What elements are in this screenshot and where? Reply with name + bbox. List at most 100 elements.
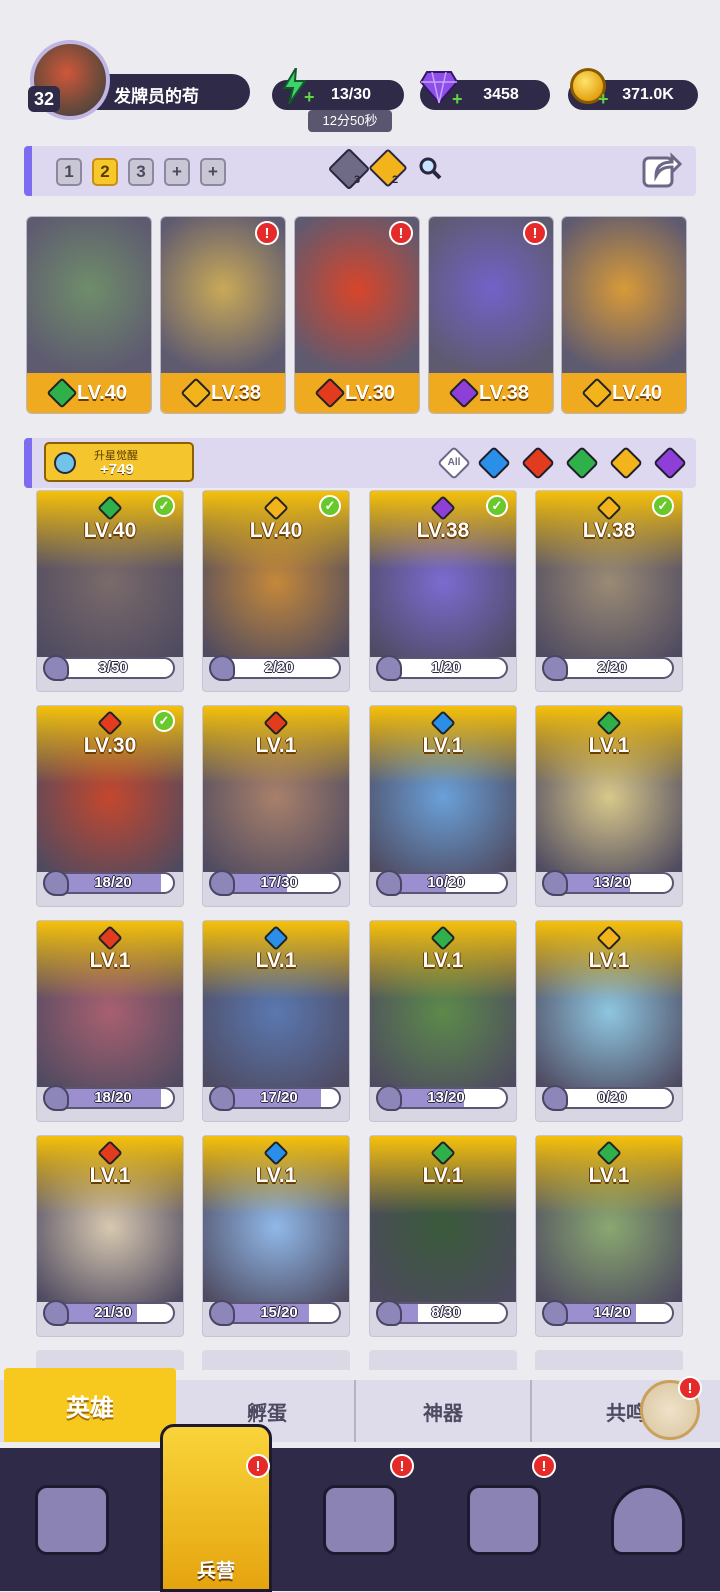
team-add-button-1[interactable]: + <box>164 158 190 186</box>
shard-count: 2/20 <box>264 659 294 676</box>
hero-card[interactable]: LV.1 15/20 <box>202 1135 350 1337</box>
axe-icon[interactable] <box>327 147 371 191</box>
hero-level: LV.1 <box>422 1164 464 1187</box>
hero-card[interactable]: LV.1 13/20 <box>369 920 517 1122</box>
hero-card[interactable]: LV.1 0/20 <box>535 920 683 1122</box>
share-icon[interactable] <box>642 150 683 190</box>
nav-quests[interactable]: ! <box>288 1448 432 1591</box>
hero-card-partial[interactable] <box>36 1350 184 1370</box>
team-hero-card[interactable]: LV.40 <box>26 216 152 414</box>
shard-icon <box>376 655 402 681</box>
hero-card[interactable]: LV.38 ✓ 1/20 <box>369 490 517 692</box>
key-icon <box>54 452 76 474</box>
team-hero-level: LV.40 <box>611 381 663 404</box>
hero-card[interactable]: LV.1 10/20 <box>369 705 517 907</box>
team-hero-card[interactable]: LV.30! <box>294 216 420 414</box>
shard-icon <box>376 1300 402 1326</box>
shard-progress-bar: 2/20 <box>550 657 674 679</box>
hero-level: LV.1 <box>89 949 131 972</box>
hero-card[interactable]: LV.30 ✓ 18/20 <box>36 705 184 907</box>
hero-portrait <box>562 217 686 377</box>
book-icon <box>323 1484 397 1555</box>
team-hero-level-bar: LV.38 <box>429 373 553 413</box>
sub-tab-bar: 英雄 孵蛋 神器 共鸣 ! <box>0 1368 720 1442</box>
awaken-button[interactable]: 升星觉醒 +749 <box>44 442 194 482</box>
tab-heroes[interactable]: 英雄 <box>4 1368 176 1442</box>
filter-light-icon[interactable] <box>609 446 643 480</box>
shard-icon <box>209 870 235 896</box>
hero-level: LV.1 <box>588 734 630 757</box>
team-tab-2[interactable]: 2 <box>92 158 118 186</box>
tab-artifact[interactable]: 神器 <box>356 1380 532 1442</box>
hero-card[interactable]: LV.1 8/30 <box>369 1135 517 1337</box>
nav-cards[interactable] <box>0 1448 144 1591</box>
check-icon: ✓ <box>153 710 175 732</box>
hero-card[interactable]: LV.40 ✓ 3/50 <box>36 490 184 692</box>
team-hero-card[interactable]: LV.38! <box>428 216 554 414</box>
hero-card-partial[interactable] <box>369 1350 517 1370</box>
hero-card[interactable]: LV.1 14/20 <box>535 1135 683 1337</box>
fire-element-icon <box>314 377 346 409</box>
filter-bar: 升星觉醒 +749 All <box>24 438 696 488</box>
shard-progress-bar: 13/20 <box>550 872 674 894</box>
shard-progress-bar: 10/20 <box>384 872 508 894</box>
shard-progress-bar: 21/30 <box>51 1302 175 1324</box>
filter-water-icon[interactable] <box>477 446 511 480</box>
team-tab-1[interactable]: 1 <box>56 158 82 186</box>
team-hero-card[interactable]: LV.38! <box>160 216 286 414</box>
shard-icon <box>209 1085 235 1111</box>
hero-card-partial[interactable] <box>202 1350 350 1370</box>
shard-progress-bar: 17/30 <box>217 872 341 894</box>
filter-grass-icon[interactable] <box>565 446 599 480</box>
nav-barracks[interactable]: 兵营 ! <box>144 1424 288 1592</box>
light-element-icon <box>180 377 212 409</box>
hero-level: LV.38 <box>416 519 470 542</box>
awaken-value: +749 <box>100 461 134 478</box>
shard-count: 3/50 <box>98 659 128 676</box>
team-hero-card[interactable]: LV.40 <box>561 216 687 414</box>
hero-level: LV.40 <box>249 519 303 542</box>
team-hero-level-bar: LV.40 <box>562 373 686 413</box>
shard-progress-bar: 18/20 <box>51 872 175 894</box>
shard-progress-bar: 0/20 <box>550 1087 674 1109</box>
gems-plus-icon[interactable]: + <box>452 90 466 108</box>
hero-card[interactable]: LV.40 ✓ 2/20 <box>202 490 350 692</box>
shard-count: 18/20 <box>94 874 132 891</box>
shrine-alert-badge: ! <box>532 1454 556 1478</box>
energy-plus-icon[interactable]: + <box>304 88 318 106</box>
gold-value: 371.0K <box>622 86 674 103</box>
hero-level: LV.1 <box>422 734 464 757</box>
hero-portrait <box>27 217 151 377</box>
resonance-alert-badge: ! <box>678 1376 702 1400</box>
shard-count: 10/20 <box>427 874 465 891</box>
filter-dark-icon[interactable] <box>653 446 687 480</box>
shrine-icon <box>467 1484 541 1555</box>
hero-card[interactable]: LV.1 18/20 <box>36 920 184 1122</box>
hero-card[interactable]: LV.1 21/30 <box>36 1135 184 1337</box>
cards-icon <box>35 1484 109 1555</box>
shard-progress-bar: 14/20 <box>550 1302 674 1324</box>
nav-shrine[interactable]: ! <box>432 1448 576 1591</box>
gold-plus-icon[interactable]: + <box>598 90 612 108</box>
shard-icon <box>209 655 235 681</box>
check-icon: ✓ <box>153 495 175 517</box>
hero-card[interactable]: LV.1 17/30 <box>202 705 350 907</box>
light-element-icon[interactable] <box>368 148 408 188</box>
hero-card-partial[interactable] <box>535 1350 683 1370</box>
shard-count: 15/20 <box>260 1304 298 1321</box>
energy-value: 13/30 <box>330 86 372 103</box>
hero-card[interactable]: LV.1 17/20 <box>202 920 350 1122</box>
shard-count: 2/20 <box>597 659 627 676</box>
hero-card[interactable]: LV.38 ✓ 2/20 <box>535 490 683 692</box>
hero-level: LV.30 <box>83 734 137 757</box>
filter-fire-icon[interactable] <box>521 446 555 480</box>
shard-progress-bar: 13/20 <box>384 1087 508 1109</box>
team-add-button-2[interactable]: + <box>200 158 226 186</box>
hero-card[interactable]: LV.1 13/20 <box>535 705 683 907</box>
search-icon[interactable] <box>418 156 442 180</box>
team-tab-3[interactable]: 3 <box>128 158 154 186</box>
gems-value: 3458 <box>483 86 519 103</box>
shard-count: 8/30 <box>431 1304 461 1321</box>
nav-mushroom[interactable] <box>576 1448 720 1591</box>
filter-all-button[interactable]: All <box>437 446 471 480</box>
